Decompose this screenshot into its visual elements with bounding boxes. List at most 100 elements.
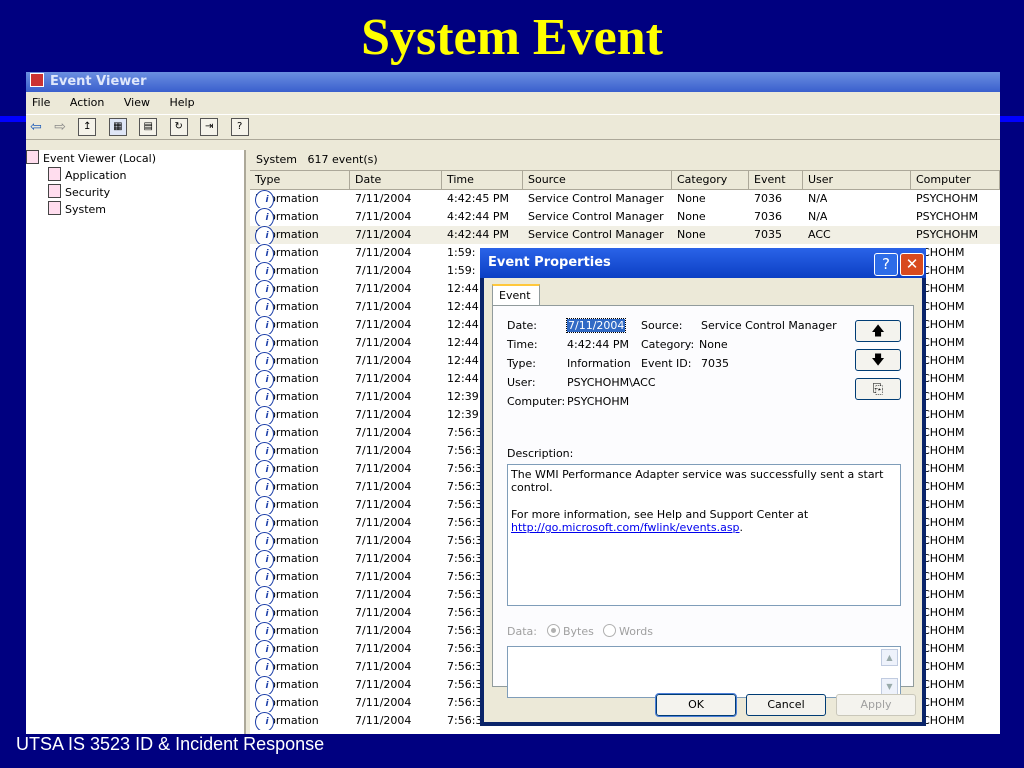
cell-date: 7/11/2004: [355, 246, 412, 259]
back-arrow-icon[interactable]: ⇦: [30, 115, 42, 139]
cell-date: 7/11/2004: [355, 462, 412, 475]
bytes-radio[interactable]: Bytes: [541, 624, 594, 640]
col-source[interactable]: Source: [523, 171, 672, 189]
tab-event[interactable]: Event: [492, 284, 540, 306]
col-category[interactable]: Category: [672, 171, 749, 189]
col-type[interactable]: Type: [250, 171, 350, 189]
cell-computer: PSYCHOHM: [916, 192, 979, 205]
log-icon: [48, 201, 61, 215]
table-row[interactable]: i Information 7/11/2004 4:42:44 PM Service C…: [250, 208, 1000, 226]
refresh-icon[interactable]: ↻: [169, 118, 188, 136]
information-icon: i: [255, 262, 274, 280]
help-button[interactable]: ?: [874, 253, 898, 276]
col-event[interactable]: Event: [749, 171, 803, 189]
data-label: Data:: [507, 625, 537, 638]
cell-time: 7:56:3: [447, 714, 483, 727]
cell-time: 7:56:3: [447, 606, 483, 619]
close-icon[interactable]: ✕: [900, 253, 924, 276]
dialog-body: Event Date: 7/11/2004 Source: Service Co…: [484, 278, 922, 722]
col-user[interactable]: User: [803, 171, 911, 189]
information-icon: i: [255, 190, 274, 208]
help-link[interactable]: http://go.microsoft.com/fwlink/events.as…: [511, 521, 740, 534]
scroll-down-icon[interactable]: ▼: [881, 678, 898, 695]
menu-view[interactable]: View: [124, 96, 150, 109]
category-label: Category:: [641, 338, 695, 351]
cell-date: 7/11/2004: [355, 552, 412, 565]
user-value: PSYCHOHM\ACC: [567, 376, 656, 389]
information-icon: i: [255, 460, 274, 478]
cell-source: Service Control Manager: [528, 192, 664, 205]
cell-time: 7:56:3: [447, 516, 483, 529]
category-value: None: [699, 338, 728, 351]
show-hide-tree-icon[interactable]: ▦: [108, 118, 127, 136]
cell-type: i Information: [250, 262, 319, 280]
menu-action[interactable]: Action: [70, 96, 104, 109]
cell-type: i Information: [250, 460, 319, 478]
cell-type: i Information: [250, 478, 319, 496]
dialog-titlebar[interactable]: Event Properties: [480, 248, 926, 278]
previous-event-button[interactable]: 🡅: [855, 320, 901, 342]
help-icon[interactable]: ?: [230, 118, 249, 136]
properties-icon[interactable]: ▤: [139, 118, 158, 136]
forward-arrow-icon[interactable]: ⇨: [54, 115, 66, 139]
source-value: Service Control Manager: [701, 319, 837, 332]
cell-date: 7/11/2004: [355, 318, 412, 331]
cell-date: 7/11/2004: [355, 336, 412, 349]
data-textbox[interactable]: ▲ ▼: [507, 646, 901, 698]
cell-date: 7/11/2004: [355, 210, 412, 223]
description-textbox[interactable]: The WMI Performance Adapter service was …: [507, 464, 901, 606]
scroll-up-icon[interactable]: ▲: [881, 649, 898, 666]
cell-type: i Information: [250, 586, 319, 604]
cell-category: None: [677, 192, 706, 205]
next-event-button[interactable]: 🡇: [855, 349, 901, 371]
words-radio[interactable]: Words: [597, 624, 653, 640]
cell-date: 7/11/2004: [355, 228, 412, 241]
tree-item-system[interactable]: System: [26, 201, 244, 218]
col-date[interactable]: Date: [350, 171, 442, 189]
information-icon: i: [255, 622, 274, 640]
list-header: System 617 event(s): [250, 150, 1000, 171]
information-icon: i: [255, 712, 274, 730]
up-folder-icon[interactable]: ↥: [78, 118, 97, 136]
log-icon: [48, 184, 61, 198]
cancel-button[interactable]: Cancel: [746, 694, 826, 716]
cell-type: i Information: [250, 226, 319, 244]
tree-item-application[interactable]: Application: [26, 167, 244, 184]
table-row[interactable]: i Information 7/11/2004 4:42:45 PM Service C…: [250, 190, 1000, 208]
table-row[interactable]: i Information 7/11/2004 4:42:44 PM Service C…: [250, 226, 1000, 244]
cell-time: 7:56:3: [447, 480, 483, 493]
col-computer[interactable]: Computer: [911, 171, 1000, 189]
cell-user: ACC: [808, 228, 831, 241]
menu-file[interactable]: File: [32, 96, 50, 109]
cell-type: i Information: [250, 298, 319, 316]
cell-date: 7/11/2004: [355, 480, 412, 493]
information-icon: i: [255, 334, 274, 352]
window-titlebar[interactable]: Event Viewer: [26, 72, 1000, 92]
cell-type: i Information: [250, 280, 319, 298]
cell-date: 7/11/2004: [355, 282, 412, 295]
information-icon: i: [255, 586, 274, 604]
col-time[interactable]: Time: [442, 171, 523, 189]
cell-time: 7:56:3: [447, 534, 483, 547]
apply-button[interactable]: Apply: [836, 694, 916, 716]
computer-label: Computer:: [507, 395, 566, 408]
tree-root[interactable]: Event Viewer (Local): [26, 150, 244, 167]
tree-item-security[interactable]: Security: [26, 184, 244, 201]
cell-date: 7/11/2004: [355, 354, 412, 367]
computer-value: PSYCHOHM: [567, 395, 630, 408]
description-label: Description:: [507, 447, 574, 460]
cell-type: i Information: [250, 550, 319, 568]
ok-button[interactable]: OK: [655, 693, 737, 717]
menu-help[interactable]: Help: [169, 96, 194, 109]
copy-button[interactable]: ⎘: [855, 378, 901, 400]
description-more-info: For more information, see Help and Suppo…: [511, 508, 809, 521]
information-icon: i: [255, 208, 274, 226]
date-value[interactable]: 7/11/2004: [565, 318, 627, 333]
cell-type: i Information: [250, 334, 319, 352]
list-event-count: 617 event(s): [307, 153, 378, 166]
cell-date: 7/11/2004: [355, 408, 412, 421]
cell-time: 12:44: [447, 336, 479, 349]
cell-date: 7/11/2004: [355, 660, 412, 673]
export-list-icon[interactable]: ⇥: [200, 118, 219, 136]
cell-date: 7/11/2004: [355, 714, 412, 727]
